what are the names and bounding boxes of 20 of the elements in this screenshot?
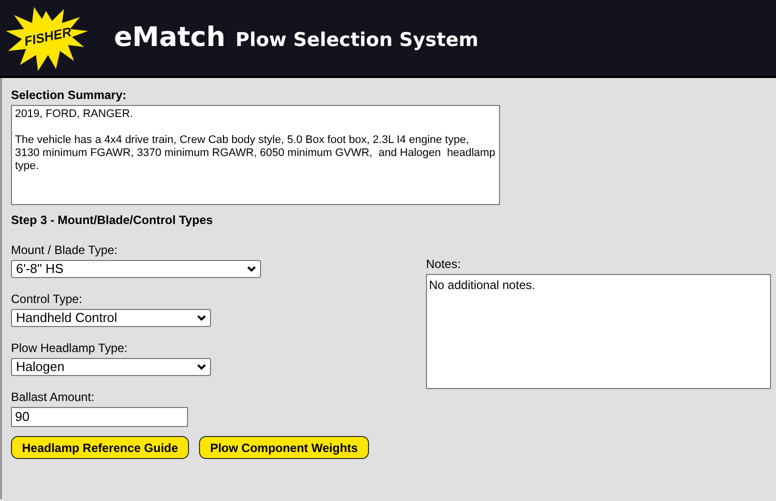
summary-textarea[interactable]: 2019, FORD, RANGER. The vehicle has a 4x4 drive train, Crew Cab body style, 5.0 Box foot box, 2.3L I4 engine type, 3130 minimum FGAWR, 3370 minimum RGAWR, 6050 minimum GVWR, and Halogen headlamp type. [11, 105, 500, 205]
notes-textarea[interactable]: No additional notes. [426, 274, 771, 389]
field-label: Mount / Blade Type: [11, 242, 118, 259]
link-button[interactable]: Headlamp Reference Guide [11, 436, 190, 459]
field-label: Ballast Amount: [11, 389, 94, 406]
app-title: eMatch [114, 20, 226, 55]
link-button[interactable]: Plow Component Weights [199, 436, 369, 459]
dropdown[interactable]: Halogen [11, 358, 211, 376]
chevron-down-icon [247, 266, 256, 272]
step-heading: Step 3 - Mount/Blade/Control Types [11, 212, 213, 229]
input-field[interactable]: 90 [11, 407, 188, 427]
field-label: Control Type: [11, 291, 82, 308]
dropdown[interactable]: Handheld Control [11, 309, 211, 327]
chevron-down-icon [197, 364, 206, 370]
summary-label: Selection Summary: [11, 87, 126, 104]
app-subtitle: Plow Selection System [236, 28, 478, 53]
notes-label: Notes: [426, 256, 461, 273]
field-label: Plow Headlamp Type: [11, 340, 128, 357]
dropdown[interactable]: 6'-8" HS [11, 260, 261, 278]
chevron-down-icon [197, 315, 206, 321]
